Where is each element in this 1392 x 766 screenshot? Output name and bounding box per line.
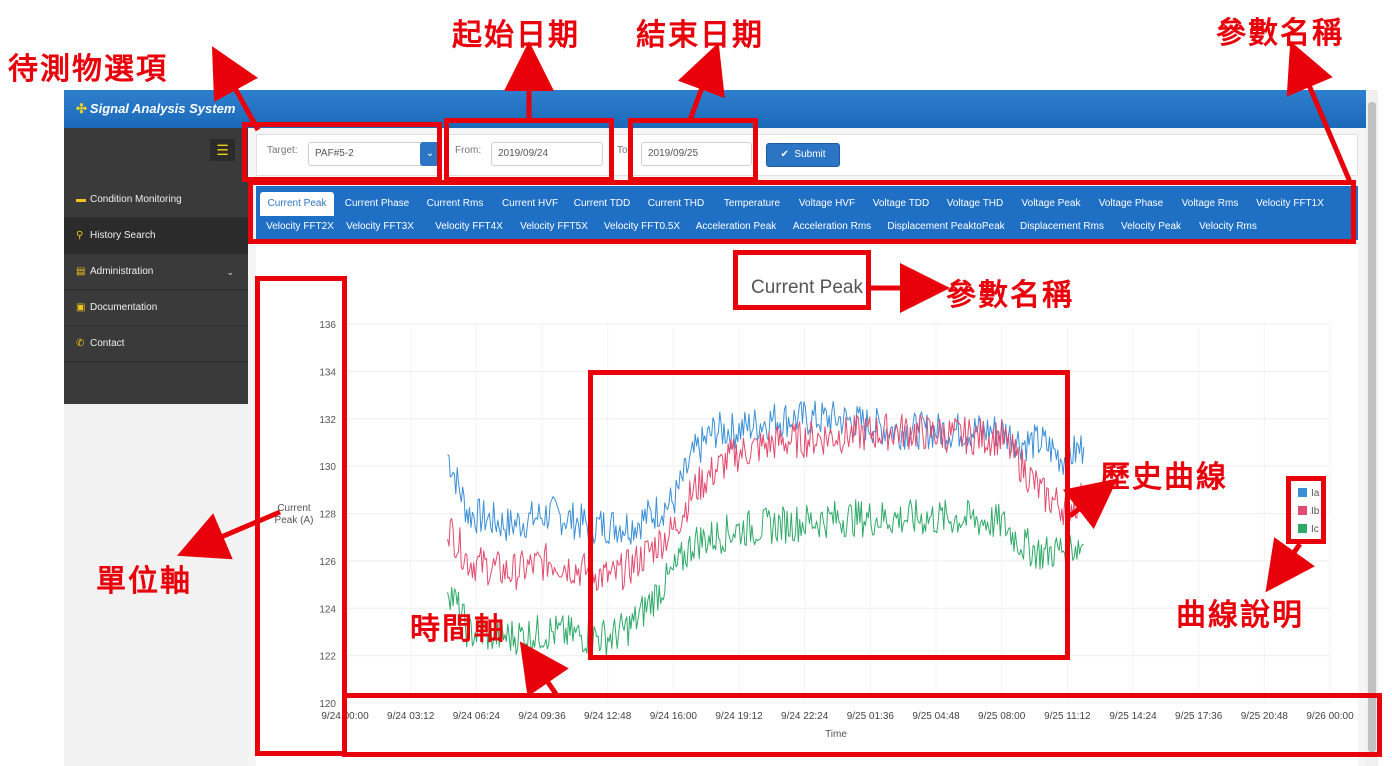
- annotation-time-axis: 時間軸: [410, 612, 506, 647]
- annotation-box-time-axis: [342, 693, 1382, 757]
- annotation-legend-desc: 曲線說明: [1176, 598, 1304, 633]
- annotation-box-tabs: [248, 180, 1356, 244]
- annotation-box-end-date: [628, 118, 758, 182]
- vertical-scrollbar[interactable]: [1366, 90, 1378, 766]
- annotation-end-date: 結束日期: [636, 18, 764, 53]
- annotation-box-legend: [1286, 476, 1326, 544]
- annotation-param-name-chart: 參數名稱: [946, 278, 1074, 313]
- annotation-start-date: 起始日期: [452, 18, 580, 53]
- annotation-unit-axis: 單位軸: [96, 564, 192, 599]
- annotation-param-name-top: 參數名稱: [1216, 16, 1344, 51]
- annotation-box-unit-axis: [255, 276, 347, 756]
- annotation-box-start-date: [444, 118, 614, 182]
- annotation-target-option: 待測物選項: [8, 52, 168, 87]
- annotation-box-chart-title: [733, 250, 871, 310]
- annotation-box-history-curve: [588, 370, 1070, 660]
- annotation-history-curve: 歷史曲線: [1100, 460, 1228, 495]
- scrollbar-thumb[interactable]: [1368, 102, 1376, 752]
- annotation-box-target: [242, 122, 442, 182]
